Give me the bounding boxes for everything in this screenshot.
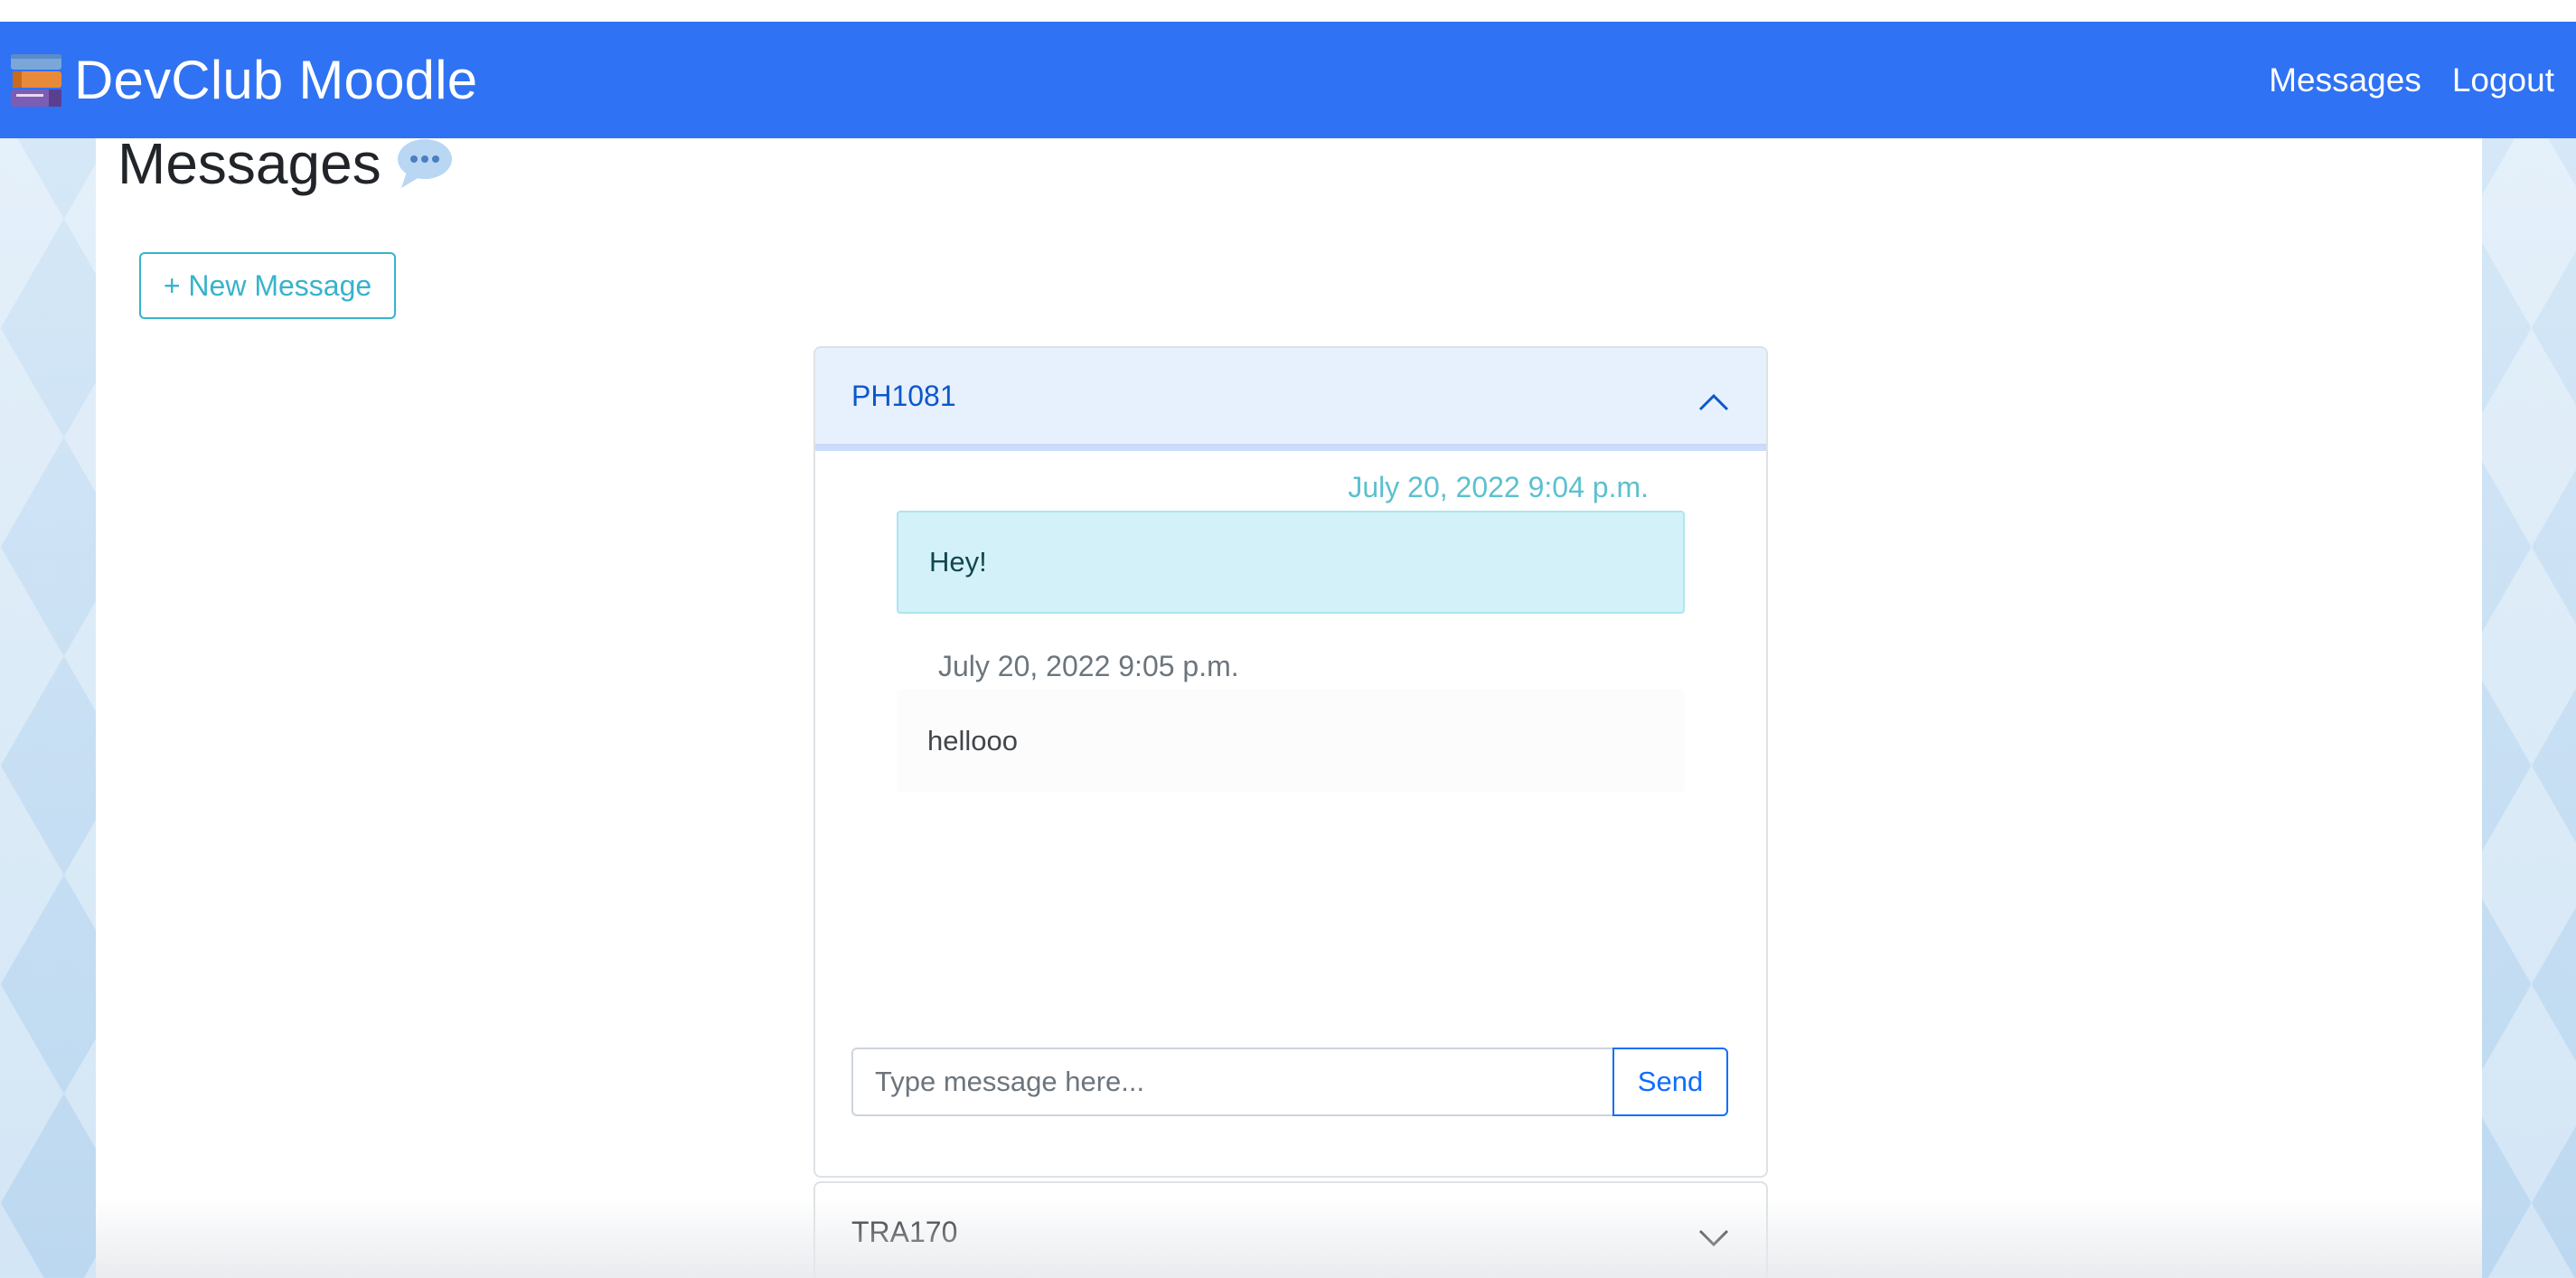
conversation-body: July 20, 2022 9:04 p.m. Hey! July 20, 20…	[815, 446, 1766, 1176]
sent-message-bubble: Hey!	[897, 511, 1685, 614]
received-message-bubble: hellooo	[897, 690, 1685, 793]
conversation-header-ph1081[interactable]: PH1081	[815, 348, 1766, 446]
message-timestamp: July 20, 2022 9:05 p.m.	[938, 650, 1239, 682]
chevron-up-icon	[1697, 386, 1730, 411]
brand[interactable]: DevClub Moodle	[9, 49, 477, 111]
conversation-item: TRA170	[813, 1181, 1768, 1278]
main-container: Messages + New Message PH1081 July 20, 2…	[96, 131, 2482, 1278]
top-navbar: DevClub Moodle Messages Logout	[0, 22, 2576, 138]
message-compose-row: Send	[851, 1048, 1728, 1116]
conversation-name: PH1081	[851, 379, 956, 412]
speech-bubble-icon	[394, 136, 454, 192]
conversation-item: PH1081 July 20, 2022 9:04 p.m. Hey! July…	[813, 346, 1768, 1178]
nav-link-logout[interactable]: Logout	[2452, 61, 2554, 99]
page-title-text: Messages	[118, 131, 381, 196]
send-button[interactable]: Send	[1612, 1048, 1728, 1116]
books-icon	[9, 52, 63, 108]
new-message-button[interactable]: + New Message	[139, 252, 396, 319]
page-title: Messages	[118, 129, 454, 199]
conversations-accordion: PH1081 July 20, 2022 9:04 p.m. Hey! July…	[813, 346, 1768, 1278]
nav-links: Messages Logout	[2269, 61, 2554, 99]
browser-top-strip	[0, 0, 2576, 23]
conversation-name: TRA170	[851, 1215, 958, 1248]
conversation-header-tra170[interactable]: TRA170	[815, 1183, 1766, 1278]
message-text: Hey!	[929, 546, 987, 578]
chevron-down-icon	[1697, 1222, 1730, 1247]
brand-name[interactable]: DevClub Moodle	[74, 49, 477, 111]
message-text: hellooo	[927, 725, 1018, 756]
nav-link-messages[interactable]: Messages	[2269, 61, 2421, 99]
message-input[interactable]	[851, 1048, 1612, 1116]
message-timestamp: July 20, 2022 9:04 p.m.	[1348, 471, 1649, 503]
